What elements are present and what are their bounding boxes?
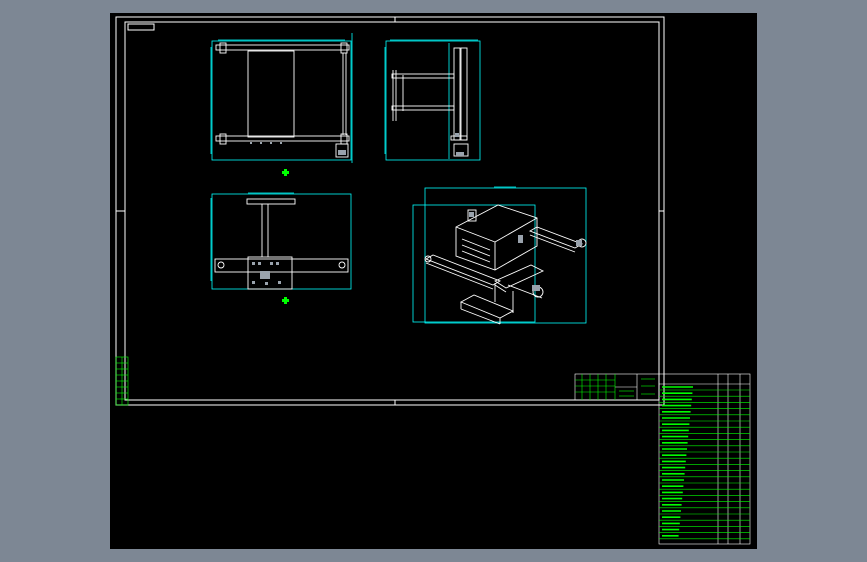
- isometric-view[interactable]: [412, 186, 587, 325]
- view-marker-front: [282, 297, 289, 304]
- cad-viewport[interactable]: #000000: [110, 13, 757, 549]
- side-view[interactable]: [384, 39, 481, 161]
- sheet-frame: [115, 16, 665, 406]
- front-view[interactable]: [210, 192, 352, 290]
- title-block: [574, 373, 660, 401]
- view-marker-top: [282, 169, 289, 176]
- bill-of-materials: [658, 373, 751, 545]
- drawing-canvas[interactable]: [110, 13, 757, 549]
- revision-table: [115, 356, 129, 406]
- top-view[interactable]: [210, 33, 353, 163]
